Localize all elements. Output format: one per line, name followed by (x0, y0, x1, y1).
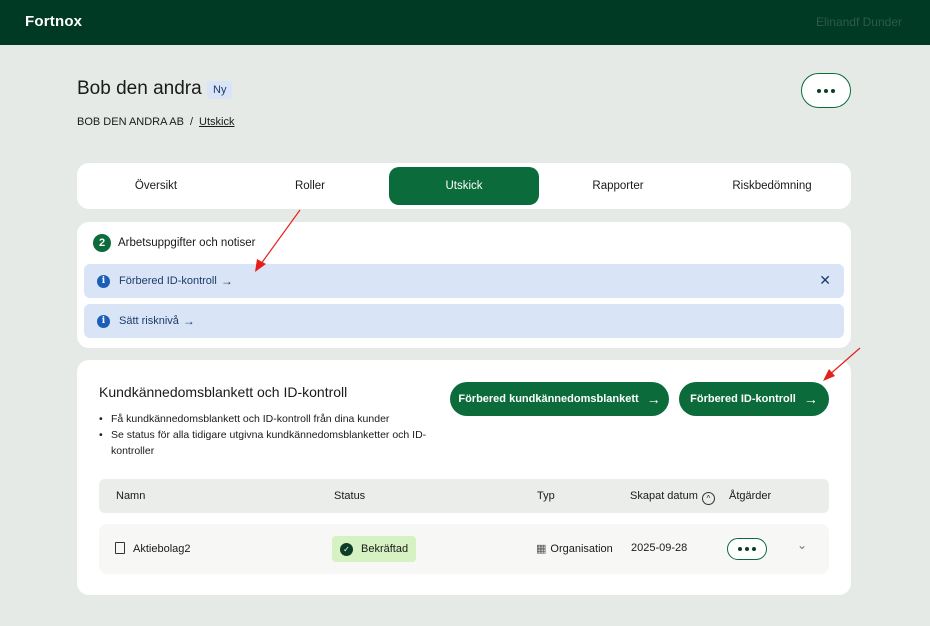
row-name-text: Aktiebolag2 (133, 543, 191, 555)
fortnox-logo[interactable]: Fortnox (25, 13, 82, 30)
user-name[interactable]: Elinandf Dunder (816, 15, 902, 29)
tab-oversikt[interactable]: Översikt (81, 167, 231, 205)
more-dots-icon (817, 88, 835, 93)
arrow-right-icon: → (220, 274, 233, 288)
row-more-button[interactable] (727, 538, 767, 560)
arrow-right-icon: → (646, 391, 661, 407)
sort-up-icon[interactable]: ^ (701, 492, 715, 505)
notices-header: 2 Arbetsuppgifter och notiser (93, 234, 255, 252)
bullet-item: Få kundkännedomsblankett och ID-kontroll… (99, 411, 429, 427)
row-type-text: Organisation (550, 543, 613, 555)
card-title: Kundkännedomsblankett och ID-kontroll (99, 384, 348, 400)
row-name: Aktiebolag2 (115, 542, 191, 555)
kyc-card: Kundkännedomsblankett och ID-kontroll Få… (77, 360, 851, 595)
more-dots-icon (738, 547, 756, 551)
status-badge: ✓ Bekräftad (332, 536, 417, 562)
column-created-label: Skapat datum (630, 490, 698, 502)
info-icon: i (97, 274, 110, 288)
breadcrumb-company: BOB DEN ANDRA AB (77, 116, 184, 128)
row-type: ▦ Organisation (536, 542, 613, 555)
close-icon[interactable]: ✕ (819, 272, 831, 289)
status-text: Bekräftad (361, 543, 409, 555)
info-icon: i (97, 314, 110, 328)
notice-set-risk[interactable]: i Sätt risknivå → (84, 304, 844, 338)
new-badge: Ny (207, 81, 233, 99)
page-title: Bob den andra (77, 78, 202, 99)
column-created[interactable]: Skapat datum ^ (630, 490, 715, 505)
breadcrumb-current-link[interactable]: Utskick (199, 116, 234, 128)
column-type: Typ (537, 490, 555, 502)
notice-count-badge: 2 (93, 234, 111, 252)
notices-panel: 2 Arbetsuppgifter och notiser i Förbered… (77, 222, 851, 348)
bullet-item: Se status för alla tidigare utgivna kund… (99, 427, 429, 459)
column-actions: Åtgärder (729, 490, 772, 502)
tab-rapporter[interactable]: Rapporter (543, 167, 693, 205)
arrow-right-icon: → (182, 314, 195, 328)
row-created: 2025-09-28 (631, 542, 688, 554)
top-bar: Fortnox Elinandf Dunder (0, 0, 930, 45)
page-more-button[interactable] (801, 73, 851, 108)
tab-roller[interactable]: Roller (235, 167, 385, 205)
notices-heading: Arbetsuppgifter och notiser (118, 237, 256, 249)
building-icon: ▦ (536, 543, 547, 555)
tab-riskbedomning[interactable]: Riskbedömning (697, 167, 847, 205)
tab-utskick[interactable]: Utskick (389, 167, 539, 205)
prepare-id-button[interactable]: Förbered ID-kontroll → (679, 382, 829, 416)
column-name: Namn (116, 490, 146, 502)
prepare-form-button[interactable]: Förbered kundkännedomsblankett → (450, 382, 669, 416)
column-status: Status (334, 490, 366, 502)
chevron-down-icon[interactable]: ⌄ (797, 538, 807, 552)
tab-bar: Översikt Roller Utskick Rapporter Riskbe… (77, 163, 851, 209)
arrow-right-icon: → (803, 391, 818, 407)
notice-label[interactable]: Sätt risknivå (119, 315, 179, 327)
table-row[interactable]: Aktiebolag2 ✓ Bekräftad ▦ Organisation 20… (99, 524, 829, 574)
table-header: Namn Status Typ Skapat datum ^ Åtgärder (99, 479, 829, 513)
notice-prepare-id[interactable]: i Förbered ID-kontroll → ✕ (84, 264, 844, 298)
notice-label[interactable]: Förbered ID-kontroll (119, 275, 217, 287)
breadcrumb-separator: / (189, 116, 194, 128)
card-bullets: Få kundkännedomsblankett och ID-kontroll… (99, 411, 429, 459)
check-circle-icon: ✓ (340, 542, 353, 556)
breadcrumb: BOB DEN ANDRA AB / Utskick (77, 116, 235, 128)
prepare-id-label: Förbered ID-kontroll (690, 393, 796, 405)
document-icon (115, 542, 125, 554)
prepare-form-label: Förbered kundkännedomsblankett (458, 393, 639, 405)
